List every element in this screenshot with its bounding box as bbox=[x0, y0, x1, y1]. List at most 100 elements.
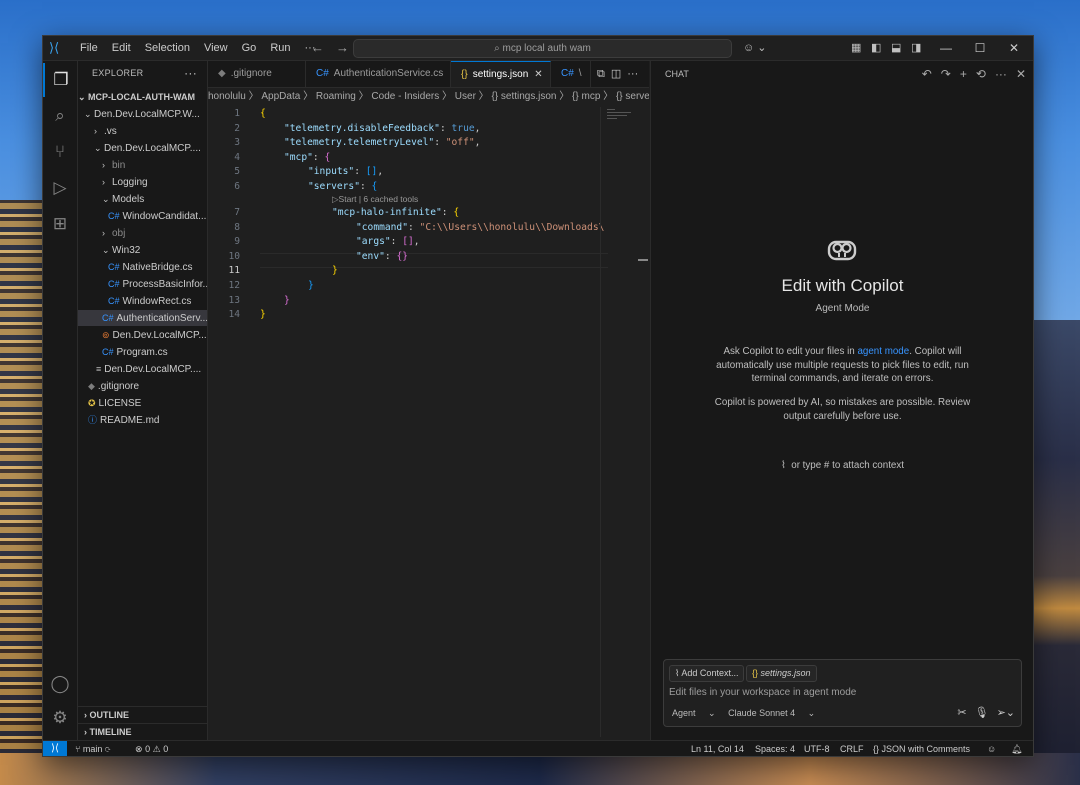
title-bar: ⟩⟨ File Edit Selection View Go Run ··· ←… bbox=[43, 36, 1033, 61]
code-line: "telemetry.disableFeedback": true, bbox=[284, 122, 481, 134]
chat-input-placeholder[interactable]: Edit files in your workspace in agent mo… bbox=[669, 687, 856, 698]
copilot-menu-icon[interactable]: ☺︎ ⌄ bbox=[743, 36, 767, 60]
git-file-icon: ◆ bbox=[218, 68, 226, 79]
timeline-section[interactable]: › TIMELINE bbox=[78, 723, 207, 739]
code-editor[interactable]: 1 2 3 4 5 6 7 8 9 10 11 12 13 14 { "tele… bbox=[208, 107, 608, 737]
run-debug-icon[interactable]: ▷ bbox=[43, 171, 77, 205]
back-arrow-icon[interactable]: ← bbox=[311, 40, 324, 55]
send-icon[interactable]: ➢⌄ bbox=[997, 707, 1015, 719]
close-tab-icon[interactable]: ✕ bbox=[534, 69, 542, 80]
close-panel-icon[interactable]: ✕ bbox=[1016, 67, 1026, 81]
new-chat-icon[interactable]: + bbox=[960, 67, 967, 81]
notifications-bell-icon[interactable]: 🔔︎ bbox=[1011, 741, 1022, 756]
tab-authentication-service[interactable]: C# AuthenticationService.cs bbox=[306, 61, 451, 87]
tree-item[interactable]: ⌄ Models bbox=[78, 191, 207, 207]
close-icon[interactable]: ✕ bbox=[997, 36, 1031, 60]
branch-indicator[interactable]: ⑂ main ⟳ bbox=[75, 741, 110, 756]
tree-item[interactable]: C# ProcessBasicInfor... bbox=[78, 276, 207, 292]
tab-gitignore[interactable]: ◆ .gitignore bbox=[208, 61, 306, 87]
account-icon[interactable]: ◯ bbox=[43, 667, 77, 701]
tree-item[interactable]: C# WindowRect.cs bbox=[78, 293, 207, 309]
tree-item[interactable]: ⊚ Den.Dev.LocalMCP... bbox=[78, 327, 207, 343]
tree-item[interactable]: › Logging bbox=[78, 174, 207, 190]
file-context-chip[interactable]: {} settings.json bbox=[746, 665, 817, 682]
split-editor-icon[interactable]: ◫ bbox=[611, 68, 621, 80]
tree-item[interactable]: ✪ LICENSE bbox=[78, 395, 207, 411]
menu-edit[interactable]: Edit bbox=[105, 36, 138, 60]
more-actions-icon[interactable]: ··· bbox=[995, 67, 1007, 81]
microphone-icon[interactable]: 🎙︎ bbox=[975, 707, 989, 719]
tree-item[interactable]: ≡ Den.Dev.LocalMCP.... bbox=[78, 361, 207, 377]
redo-icon[interactable]: ↷ bbox=[941, 67, 951, 81]
tree-item[interactable]: › obj bbox=[78, 225, 207, 241]
tab-settings-json[interactable]: {} settings.json ✕ bbox=[451, 61, 551, 87]
breadcrumb[interactable]: honolulu 〉 AppData 〉 Roaming 〉 Code - In… bbox=[208, 88, 649, 106]
open-changes-icon[interactable]: ⧉ bbox=[597, 68, 605, 80]
line-number: 5 bbox=[234, 166, 240, 178]
menu-run[interactable]: Run bbox=[263, 36, 297, 60]
chat-input-box[interactable]: ⌇ Add Context... {} settings.json Edit f… bbox=[663, 659, 1022, 727]
more-actions-icon[interactable]: ··· bbox=[627, 68, 638, 80]
line-endings[interactable]: CRLF bbox=[840, 741, 864, 756]
tools-icon[interactable]: ✂ bbox=[957, 707, 966, 719]
activity-bar: ❐ ⌕ ⑂ ▷ ⊞ ◯ ⚙ bbox=[43, 61, 78, 740]
command-center-search[interactable]: ⌕ mcp local auth wam bbox=[353, 39, 732, 58]
maximize-icon[interactable]: ☐ bbox=[963, 36, 997, 60]
tree-item[interactable]: ⓘ README.md bbox=[78, 412, 207, 428]
toggle-panel-icon[interactable]: ⬓ bbox=[891, 36, 901, 60]
menu-go[interactable]: Go bbox=[235, 36, 264, 60]
mode-picker[interactable]: Agent ⌄ bbox=[672, 708, 716, 718]
info-file-icon: ⓘ bbox=[88, 415, 98, 425]
forward-arrow-icon[interactable]: → bbox=[336, 40, 349, 55]
more-actions-icon[interactable]: ··· bbox=[184, 61, 197, 85]
tree-item[interactable]: ⌄ Den.Dev.LocalMCP.... bbox=[78, 140, 207, 156]
code-line: "args": [], bbox=[356, 236, 420, 248]
cursor-position[interactable]: Ln 11, Col 14 bbox=[691, 741, 744, 756]
workspace-root[interactable]: ⌄ MCP-LOCAL-AUTH-WAM bbox=[78, 89, 207, 105]
tree-item[interactable]: › .vs bbox=[78, 123, 207, 139]
csharp-file-icon: C# bbox=[561, 68, 574, 79]
language-mode[interactable]: {} JSON with Comments bbox=[873, 741, 970, 756]
tree-item[interactable]: ⌄ Win32 bbox=[78, 242, 207, 258]
code-line: "telemetry.telemetryLevel": "off", bbox=[284, 137, 481, 149]
explorer-icon[interactable]: ❐ bbox=[43, 63, 77, 97]
history-icon[interactable]: ⟲ bbox=[976, 67, 986, 81]
undo-icon[interactable]: ↶ bbox=[922, 67, 932, 81]
tab-overflow[interactable]: C# \ bbox=[551, 61, 591, 87]
tree-item[interactable]: C# Program.cs bbox=[78, 344, 207, 360]
settings-gear-icon[interactable]: ⚙ bbox=[43, 701, 77, 735]
source-control-icon[interactable]: ⑂ bbox=[43, 135, 77, 169]
mcp-code-lens[interactable]: ▷Start | 6 cached tools bbox=[332, 193, 418, 205]
extensions-icon[interactable]: ⊞ bbox=[43, 207, 77, 241]
toggle-secondary-sidebar-icon[interactable]: ◨ bbox=[911, 36, 921, 60]
menu-selection[interactable]: Selection bbox=[138, 36, 197, 60]
tree-item[interactable]: ◆ .gitignore bbox=[78, 378, 207, 394]
json-file-icon: {} bbox=[461, 69, 468, 80]
problems-indicator[interactable]: ⊗ 0 ⚠ 0 bbox=[135, 741, 168, 756]
toggle-sidebar-icon[interactable]: ◧ bbox=[871, 36, 881, 60]
git-file-icon: ◆ bbox=[88, 381, 95, 391]
menu-view[interactable]: View bbox=[197, 36, 235, 60]
tree-item[interactable]: › bin bbox=[78, 157, 207, 173]
menu-file[interactable]: File bbox=[73, 36, 105, 60]
indentation[interactable]: Spaces: 4 bbox=[755, 741, 795, 756]
scroll-indicator[interactable] bbox=[638, 259, 648, 261]
minimize-icon[interactable]: — bbox=[929, 36, 963, 60]
outline-section[interactable]: › OUTLINE bbox=[78, 706, 207, 722]
explorer-sidebar: EXPLORER ··· ⌄ MCP-LOCAL-AUTH-WAM ⌄ Den.De… bbox=[78, 61, 208, 740]
copilot-status-icon[interactable]: ☺︎ bbox=[987, 741, 996, 756]
add-context-button[interactable]: ⌇ Add Context... bbox=[669, 665, 745, 682]
tree-item-selected[interactable]: C# AuthenticationServ... bbox=[78, 310, 207, 326]
layout-customize-icon[interactable]: ▦ bbox=[851, 36, 861, 60]
minimap[interactable] bbox=[600, 107, 641, 737]
model-picker[interactable]: Claude Sonnet 4 ⌄ bbox=[728, 708, 815, 718]
tree-item[interactable]: C# NativeBridge.cs bbox=[78, 259, 207, 275]
tree-item[interactable]: ⌄ Den.Dev.LocalMCP.W... bbox=[78, 106, 207, 122]
agent-mode-link[interactable]: agent mode bbox=[857, 346, 909, 357]
remote-indicator-icon[interactable]: ⟩⟨ bbox=[43, 741, 67, 756]
rss-file-icon: ⊚ bbox=[102, 330, 110, 340]
tree-item[interactable]: C# WindowCandidat... bbox=[78, 208, 207, 224]
search-view-icon[interactable]: ⌕ bbox=[43, 99, 77, 133]
encoding[interactable]: UTF-8 bbox=[804, 741, 830, 756]
chat-hero-title: Edit with Copilot bbox=[781, 276, 904, 295]
